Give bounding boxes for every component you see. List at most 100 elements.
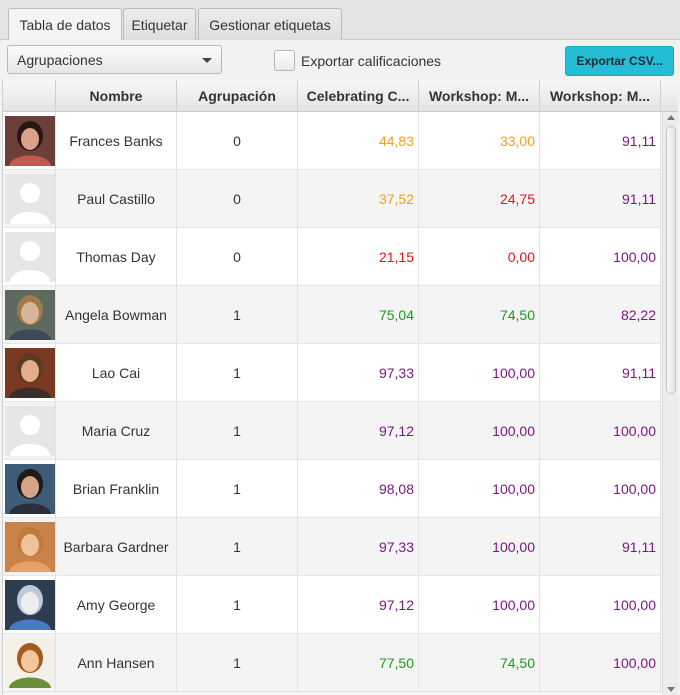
tab-data-table[interactable]: Tabla de datos [8,8,122,41]
grade-cell: 100,00 [419,460,540,518]
export-csv-button[interactable]: Exportar CSV... [565,46,674,76]
grade-cell: 75,04 [298,286,419,344]
avatar [5,522,55,572]
grouping-value: 1 [177,576,298,634]
avatar-cell [3,344,56,402]
grade-cell: 100,00 [540,576,661,634]
table-row[interactable]: Ann Hansen 1 77,50 74,50 100,00 [3,634,661,692]
grade-cell: 97,12 [298,402,419,460]
grouping-value: 0 [177,170,298,228]
table-row[interactable]: Barbara Gardner 1 97,33 100,00 91,11 [3,518,661,576]
student-name: Ann Hansen [56,634,177,692]
avatar [5,116,55,166]
column-header-workshop-2[interactable]: Workshop: M... [540,80,661,112]
column-header-name[interactable]: Nombre [56,80,177,112]
grade-cell: 97,12 [298,576,419,634]
grouping-value: 1 [177,344,298,402]
grade-cell: 100,00 [540,634,661,692]
table-row[interactable]: Angela Bowman 1 75,04 74,50 82,22 [3,286,661,344]
grade-cell: 100,00 [419,518,540,576]
tab-tag[interactable]: Etiquetar [123,8,196,40]
avatar-cell [3,634,56,692]
grade-cell: 97,33 [298,518,419,576]
grouping-value: 0 [177,112,298,170]
column-header-celebrating[interactable]: Celebrating C... [298,80,419,112]
student-name: Angela Bowman [56,286,177,344]
data-table: Nombre Agrupación Celebrating C... Works… [2,80,678,695]
grade-cell: 100,00 [540,460,661,518]
avatar-cell [3,112,56,170]
avatar [5,232,55,282]
student-name: Frances Banks [56,112,177,170]
student-name: Amy George [56,576,177,634]
grade-cell: 100,00 [419,402,540,460]
grouping-value: 1 [177,460,298,518]
student-name: Brian Franklin [56,460,177,518]
grade-cell: 98,08 [298,460,419,518]
grouping-value: 0 [177,228,298,286]
scroll-down-icon[interactable] [667,687,675,692]
avatar-cell [3,402,56,460]
grouping-value: 1 [177,518,298,576]
table-row[interactable]: Frances Banks 0 44,83 33,00 91,11 [3,112,661,170]
avatar [5,406,55,456]
grade-cell: 33,00 [419,112,540,170]
avatar-cell [3,228,56,286]
table-row[interactable]: Thomas Day 0 21,15 0,00 100,00 [3,228,661,286]
grade-cell: 91,11 [540,344,661,402]
export-grades-label[interactable]: Exportar calificaciones [301,50,441,71]
grouping-value: 1 [177,634,298,692]
scrollbar-thumb[interactable] [666,126,676,394]
grade-cell: 0,00 [419,228,540,286]
table-header: Nombre Agrupación Celebrating C... Works… [3,80,678,112]
column-header-grouping[interactable]: Agrupación [177,80,298,112]
export-grades-checkbox[interactable] [274,50,295,71]
table-row[interactable]: Amy George 1 97,12 100,00 100,00 [3,576,661,634]
vertical-scrollbar[interactable] [662,112,678,695]
grade-cell: 100,00 [419,576,540,634]
grouping-value: 1 [177,286,298,344]
column-header-workshop-1[interactable]: Workshop: M... [419,80,540,112]
grade-cell: 21,15 [298,228,419,286]
table-row[interactable]: Maria Cruz 1 97,12 100,00 100,00 [3,402,661,460]
avatar-cell [3,460,56,518]
grade-cell: 91,11 [540,112,661,170]
avatar [5,464,55,514]
chevron-down-icon [202,58,212,63]
grade-cell: 82,22 [540,286,661,344]
grade-cell: 100,00 [419,344,540,402]
tab-manage-tags[interactable]: Gestionar etiquetas [198,8,342,40]
avatar-cell [3,518,56,576]
student-name: Paul Castillo [56,170,177,228]
table-row[interactable]: Brian Franklin 1 98,08 100,00 100,00 [3,460,661,518]
grade-cell: 77,50 [298,634,419,692]
grade-cell: 74,50 [419,286,540,344]
student-name: Thomas Day [56,228,177,286]
student-name: Maria Cruz [56,402,177,460]
table-row[interactable]: Lao Cai 1 97,33 100,00 91,11 [3,344,661,402]
grade-cell: 100,00 [540,402,661,460]
grade-cell: 24,75 [419,170,540,228]
tab-bar: Tabla de datos Etiquetar Gestionar etiqu… [0,0,680,41]
grade-cell: 74,50 [419,634,540,692]
grade-cell: 44,83 [298,112,419,170]
avatar-cell [3,576,56,634]
avatar-cell [3,170,56,228]
grade-cell: 100,00 [540,228,661,286]
avatar [5,174,55,224]
grouping-select[interactable]: Agrupaciones [7,45,222,74]
avatar-cell [3,286,56,344]
grade-cell: 91,11 [540,518,661,576]
grade-cell: 37,52 [298,170,419,228]
student-name: Barbara Gardner [56,518,177,576]
avatar [5,348,55,398]
avatar [5,290,55,340]
avatar [5,638,55,688]
grade-cell: 91,11 [540,170,661,228]
table-row[interactable]: Paul Castillo 0 37,52 24,75 91,11 [3,170,661,228]
avatar [5,580,55,630]
column-header-avatar[interactable] [3,80,56,112]
grouping-select-value: Agrupaciones [17,51,103,68]
scroll-up-icon[interactable] [667,115,675,120]
grouping-value: 1 [177,402,298,460]
